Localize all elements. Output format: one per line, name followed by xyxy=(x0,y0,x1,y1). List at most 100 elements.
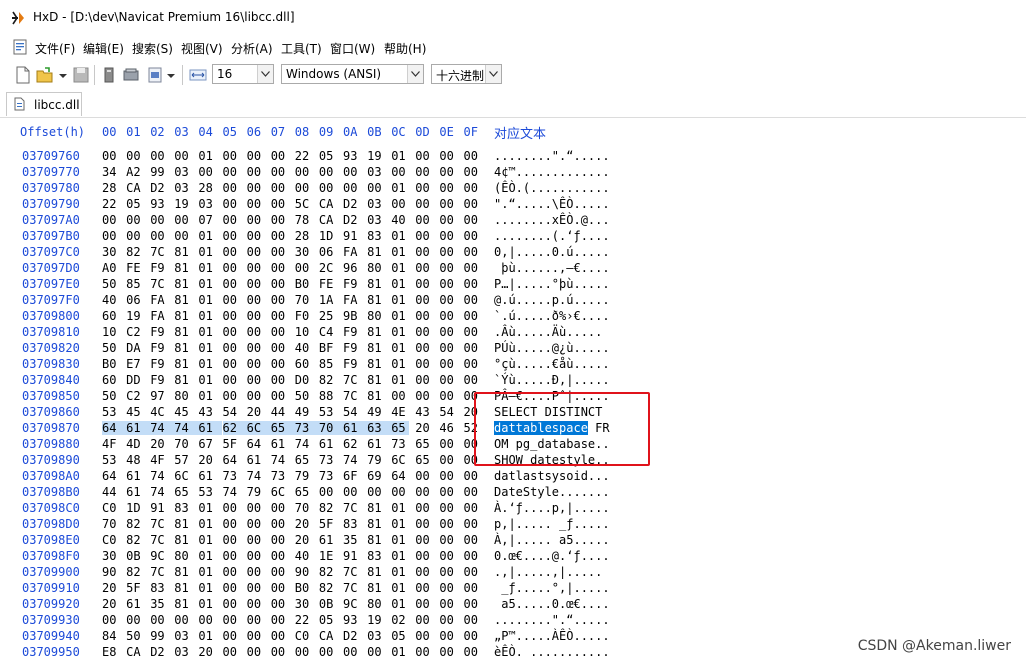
hex-byte[interactable]: 91 xyxy=(343,229,361,243)
hex-byte[interactable]: 00 xyxy=(247,581,265,595)
hex-byte[interactable]: 01 xyxy=(198,597,216,611)
hex-byte[interactable]: 70 xyxy=(295,501,313,515)
hex-byte[interactable]: 00 xyxy=(343,165,361,179)
chevron-down-icon[interactable] xyxy=(485,65,501,83)
hex-byte[interactable]: 65 xyxy=(415,453,433,467)
hex-byte[interactable]: 00 xyxy=(247,517,265,531)
hex-byte[interactable]: E7 xyxy=(126,357,144,371)
hex-byte[interactable]: 50 xyxy=(102,389,120,403)
hex-byte[interactable]: BF xyxy=(319,341,337,355)
hex-byte[interactable]: 7C xyxy=(343,373,361,387)
hex-byte[interactable]: 4E xyxy=(391,405,409,419)
hex-byte[interactable]: 81 xyxy=(367,501,385,515)
hex-byte[interactable]: 19 xyxy=(174,197,192,211)
hex-byte[interactable]: 83 xyxy=(367,229,385,243)
hex-byte[interactable]: 01 xyxy=(198,277,216,291)
hex-byte[interactable]: FA xyxy=(150,293,168,307)
hex-byte[interactable]: 01 xyxy=(391,357,409,371)
hex-byte[interactable]: 00 xyxy=(247,213,265,227)
row-text[interactable]: ........".“..... xyxy=(494,149,610,163)
hex-byte[interactable]: 82 xyxy=(319,565,337,579)
hex-byte[interactable]: 00 xyxy=(150,229,168,243)
hex-byte[interactable]: F9 xyxy=(150,261,168,275)
hex-byte[interactable]: 00 xyxy=(415,213,433,227)
hex-byte[interactable]: 01 xyxy=(198,549,216,563)
hex-byte[interactable]: 7C xyxy=(150,277,168,291)
hex-byte[interactable]: 00 xyxy=(271,389,289,403)
hex-byte[interactable]: 03 xyxy=(367,197,385,211)
hex-byte[interactable]: 00 xyxy=(223,229,241,243)
hex-byte[interactable]: 01 xyxy=(391,277,409,291)
hex-byte[interactable]: 81 xyxy=(174,517,192,531)
menu-tools[interactable]: 工具(T) xyxy=(279,40,324,57)
hex-byte[interactable]: 00 xyxy=(223,277,241,291)
hex-byte[interactable]: 00 xyxy=(439,597,457,611)
hex-byte[interactable]: 82 xyxy=(126,565,144,579)
hex-byte[interactable]: 01 xyxy=(391,245,409,259)
hex-byte[interactable]: 64 xyxy=(102,469,120,483)
hex-byte[interactable]: 99 xyxy=(150,165,168,179)
hex-byte[interactable]: 01 xyxy=(198,245,216,259)
hex-byte[interactable]: 00 xyxy=(415,613,433,627)
hex-byte[interactable]: 03 xyxy=(174,165,192,179)
hex-byte[interactable]: 1E xyxy=(319,549,337,563)
hex-byte[interactable]: 81 xyxy=(174,373,192,387)
hex-byte[interactable]: 00 xyxy=(223,213,241,227)
hex-byte[interactable]: 00 xyxy=(415,533,433,547)
hex-byte[interactable]: 00 xyxy=(223,533,241,547)
hex-byte[interactable]: 64 xyxy=(223,453,241,467)
hex-byte[interactable]: FA xyxy=(150,309,168,323)
open-file-icon[interactable] xyxy=(36,66,54,84)
hex-byte[interactable]: FA xyxy=(343,245,361,259)
hex-byte[interactable]: 81 xyxy=(367,357,385,371)
row-text[interactable]: .Âù.....Äù..... xyxy=(494,325,602,339)
hex-byte[interactable]: 00 xyxy=(150,149,168,163)
hex-byte[interactable]: 00 xyxy=(223,373,241,387)
hex-byte[interactable]: 91 xyxy=(343,549,361,563)
hex-byte[interactable]: 05 xyxy=(319,149,337,163)
hex-byte[interactable]: 00 xyxy=(247,149,265,163)
hex-byte[interactable]: 05 xyxy=(126,197,144,211)
hex-byte[interactable]: 01 xyxy=(198,309,216,323)
hex-byte[interactable]: 00 xyxy=(271,181,289,195)
hex-byte[interactable]: 03 xyxy=(367,165,385,179)
hex-byte[interactable]: 80 xyxy=(174,389,192,403)
hex-byte[interactable]: 00 xyxy=(223,197,241,211)
hex-byte[interactable]: 03 xyxy=(174,629,192,643)
row-text[interactable]: ".“.....\ÊÒ..... xyxy=(494,197,610,211)
hex-byte[interactable]: 00 xyxy=(415,165,433,179)
hex-byte[interactable]: 00 xyxy=(439,357,457,371)
hex-byte[interactable]: 00 xyxy=(415,181,433,195)
hex-byte[interactable]: 00 xyxy=(439,501,457,515)
hex-byte[interactable]: 73 xyxy=(271,469,289,483)
hex-byte[interactable]: 61 xyxy=(247,453,265,467)
hex-byte[interactable]: 00 xyxy=(343,181,361,195)
hex-byte[interactable]: 00 xyxy=(415,597,433,611)
hex-byte[interactable]: C2 xyxy=(126,389,144,403)
hex-byte[interactable]: 6F xyxy=(343,469,361,483)
row-text[interactable]: À.‘ƒ....p‚|..... xyxy=(494,501,610,515)
hex-byte[interactable]: 20 xyxy=(295,533,313,547)
hex-byte[interactable]: 00 xyxy=(223,629,241,643)
hex-byte[interactable]: 00 xyxy=(247,293,265,307)
hex-byte[interactable]: 06 xyxy=(126,293,144,307)
hex-byte[interactable]: 01 xyxy=(391,325,409,339)
hex-byte[interactable]: 45 xyxy=(126,405,144,419)
hex-byte[interactable]: 00 xyxy=(464,549,482,563)
hex-byte[interactable]: 00 xyxy=(439,373,457,387)
hex-byte[interactable]: 60 xyxy=(102,309,120,323)
hex-byte[interactable]: 20 xyxy=(198,453,216,467)
hex-byte[interactable]: E8 xyxy=(102,645,120,659)
hex-byte[interactable]: 01 xyxy=(391,149,409,163)
hex-byte[interactable]: 00 xyxy=(198,613,216,627)
hex-byte[interactable]: 00 xyxy=(271,565,289,579)
hex-byte[interactable]: 01 xyxy=(391,517,409,531)
hex-byte[interactable]: 00 xyxy=(271,309,289,323)
hex-byte[interactable]: 1D xyxy=(319,229,337,243)
hex-byte[interactable]: 01 xyxy=(198,149,216,163)
tab-libcc-dll[interactable]: libcc.dll xyxy=(6,92,82,116)
hex-byte[interactable]: 00 xyxy=(174,149,192,163)
hex-byte[interactable]: 19 xyxy=(367,149,385,163)
save-icon[interactable] xyxy=(72,66,90,84)
row-text[interactable]: ........(.‘ƒ.... xyxy=(494,229,610,243)
